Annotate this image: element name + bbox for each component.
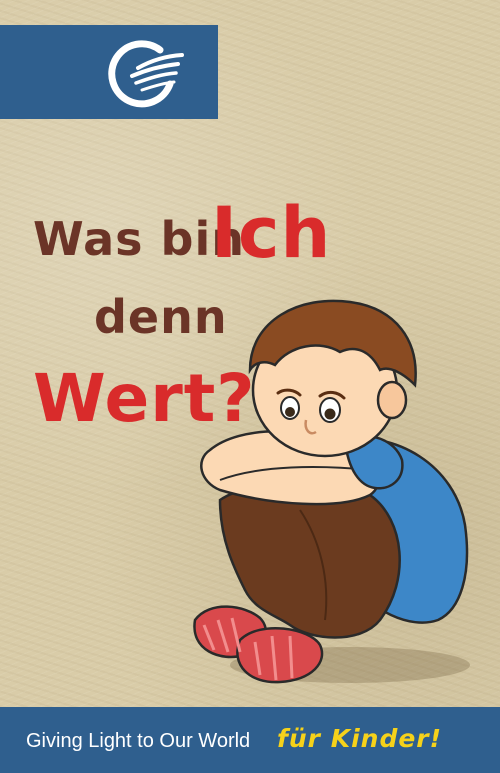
- sad-boy-illustration: [193, 299, 470, 684]
- publisher-logo-icon: [108, 40, 184, 108]
- footer-tagline: Giving Light to Our World: [26, 730, 251, 752]
- series-label: für Kinder!: [277, 724, 443, 753]
- logo-banner: [0, 25, 218, 119]
